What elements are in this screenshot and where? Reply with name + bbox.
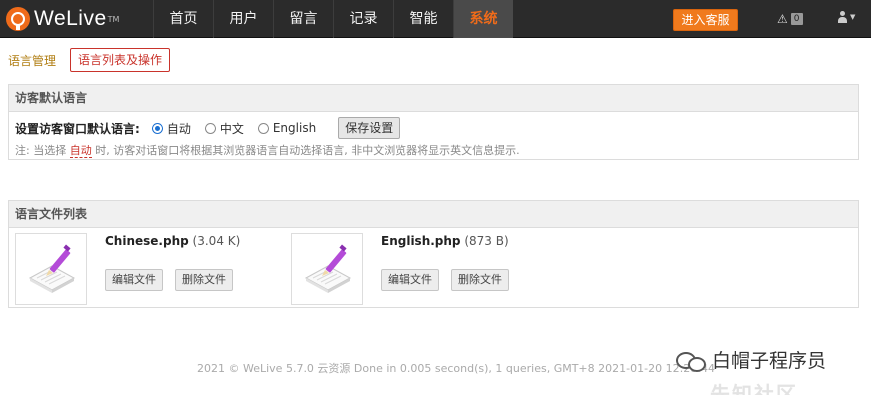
app-name: WeLive — [34, 7, 107, 30]
user-icon — [838, 11, 847, 23]
edit-file-button[interactable]: 编辑文件 — [105, 269, 163, 291]
breadcrumb-section[interactable]: 语言管理 — [8, 52, 56, 69]
nav-records[interactable]: 记录 — [333, 0, 393, 38]
app-logo[interactable]: WeLive TM — [6, 6, 119, 32]
file-name: Chinese.php — [105, 234, 189, 248]
radio-icon[interactable] — [257, 122, 269, 134]
enter-service-button[interactable]: 进入客服 — [673, 9, 738, 31]
file-thumbnail — [15, 233, 87, 305]
save-settings-button[interactable]: 保存设置 — [338, 117, 401, 139]
top-navbar: WeLive TM 首页 用户 留言 记录 智能 系统 进入客服 ⚠ 0 ▼ — [0, 0, 871, 38]
delete-file-button[interactable]: 删除文件 — [451, 269, 509, 291]
file-thumbnail — [291, 233, 363, 305]
nav-users[interactable]: 用户 — [213, 0, 273, 38]
note-suffix: 时, 访客对话窗口将根据其浏览器语言自动选择语言, 非中文浏览器将显示英文信息提… — [95, 144, 520, 157]
nav-system[interactable]: 系统 — [453, 0, 513, 38]
radio-english[interactable]: English — [257, 121, 317, 135]
warning-icon: ⚠ — [777, 12, 788, 26]
file-name-row: English.php (873 B) — [381, 234, 509, 248]
file-name: English.php — [381, 234, 461, 248]
file-card-english: English.php (873 B) 编辑文件 删除文件 — [291, 233, 561, 305]
footer-text: 2021 © WeLive 5.7.0 云资源 Done in 0.005 se… — [197, 362, 715, 375]
radio-label: 自动 — [166, 121, 191, 136]
file-size: (3.04 K) — [192, 234, 241, 248]
file-card-chinese: Chinese.php (3.04 K) 编辑文件 删除文件 — [15, 233, 285, 305]
panel-title: 语言文件列表 — [9, 201, 858, 228]
language-setting-row: 设置访客窗口默认语言: 自动 中文 English 保存设置 — [15, 117, 401, 139]
breadcrumb: 语言管理 语言列表及操作 — [8, 48, 171, 72]
main-nav: 首页 用户 留言 记录 智能 系统 — [153, 0, 513, 38]
language-list-tab[interactable]: 语言列表及操作 — [70, 48, 171, 72]
document-edit-icon — [304, 244, 352, 293]
trademark-mark: TM — [107, 14, 120, 24]
radio-selected-icon[interactable] — [151, 122, 163, 134]
radio-label: English — [272, 121, 317, 135]
watermark-text: 白帽子程序员 — [712, 350, 827, 372]
nav-messages[interactable]: 留言 — [273, 0, 333, 38]
setting-note: 注: 当选择 自动 时, 访客对话窗口将根据其浏览器语言自动选择语言, 非中文浏… — [15, 142, 520, 158]
wechat-icon — [676, 350, 706, 372]
radio-auto[interactable]: 自动 — [151, 120, 191, 137]
note-highlight: 自动 — [69, 144, 92, 158]
file-name-row: Chinese.php (3.04 K) — [105, 234, 240, 248]
nav-home[interactable]: 首页 — [153, 0, 213, 38]
radio-chinese[interactable]: 中文 — [204, 120, 244, 137]
user-menu[interactable]: ▼ — [838, 11, 855, 23]
panel-title: 访客默认语言 — [9, 85, 858, 112]
note-prefix: 注: 当选择 — [15, 144, 67, 157]
caret-down-icon: ▼ — [850, 13, 856, 21]
edit-file-button[interactable]: 编辑文件 — [381, 269, 439, 291]
welive-logo-icon — [6, 7, 30, 31]
file-size: (873 B) — [464, 234, 509, 248]
radio-label: 中文 — [219, 121, 244, 136]
warning-count-badge: 0 — [790, 13, 803, 25]
document-edit-icon — [28, 244, 76, 293]
nav-smart[interactable]: 智能 — [393, 0, 453, 38]
setting-label: 设置访客窗口默认语言: — [15, 121, 140, 136]
warning-notifications[interactable]: ⚠ 0 — [777, 11, 803, 27]
delete-file-button[interactable]: 删除文件 — [175, 269, 233, 291]
watermark: 白帽子程序员 — [676, 346, 826, 373]
language-files-panel: 语言文件列表 Chinese.php (3.04 K) 编辑文件 删除文件 En… — [8, 200, 859, 308]
radio-icon[interactable] — [204, 122, 216, 134]
default-language-panel: 访客默认语言 设置访客窗口默认语言: 自动 中文 English 保存设置 注:… — [8, 84, 859, 160]
watermark-secondary: 先知社区 — [710, 382, 798, 395]
